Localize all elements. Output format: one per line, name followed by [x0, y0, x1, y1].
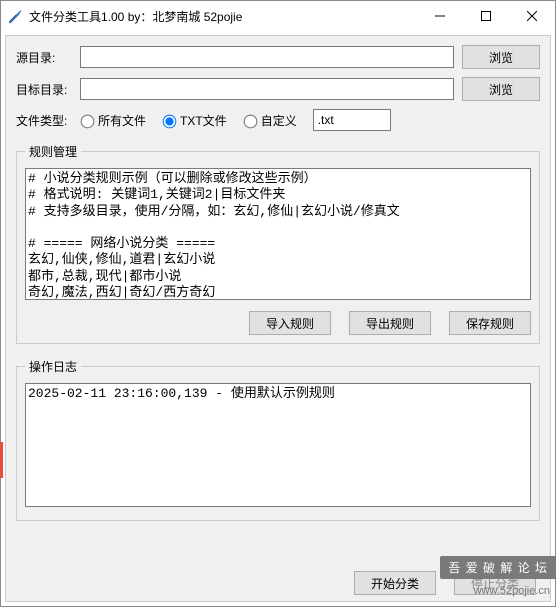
rules-textarea[interactable] — [25, 168, 531, 300]
rules-buttons-row: 导入规则 导出规则 保存规则 — [25, 311, 531, 335]
custom-ext-input[interactable] — [313, 109, 391, 131]
titlebar: 文件分类工具1.00 by：北梦南城 52pojie — [1, 1, 555, 31]
radio-all-label: 所有文件 — [98, 112, 146, 129]
radio-custom[interactable]: 自定义 — [239, 112, 297, 129]
close-button[interactable] — [509, 1, 555, 31]
radio-all-input[interactable] — [81, 115, 95, 129]
source-row: 源目录: 浏览 — [16, 45, 540, 69]
radio-all-files[interactable]: 所有文件 — [76, 112, 146, 129]
rules-legend: 规则管理 — [25, 143, 81, 160]
rules-fieldset: 规则管理 导入规则 导出规则 保存规则 — [16, 143, 540, 344]
feather-icon — [7, 8, 23, 24]
app-window: 文件分类工具1.00 by：北梦南城 52pojie 源目录: 浏览 目标目录:… — [0, 0, 556, 607]
log-fieldset: 操作日志 — [16, 358, 540, 521]
start-classify-button[interactable]: 开始分类 — [354, 571, 436, 595]
source-input[interactable] — [80, 46, 454, 68]
target-row: 目标目录: 浏览 — [16, 77, 540, 101]
filetype-label: 文件类型: — [16, 112, 76, 129]
target-label: 目标目录: — [16, 81, 76, 98]
filetype-row: 文件类型: 所有文件 TXT文件 自定义 — [16, 109, 540, 131]
watermark-badge: 吾 爱 破 解 论 坛 — [440, 556, 556, 579]
radio-txt-label: TXT文件 — [180, 112, 227, 129]
radio-custom-label: 自定义 — [261, 112, 297, 129]
window-title: 文件分类工具1.00 by：北梦南城 52pojie — [29, 8, 417, 25]
source-browse-button[interactable]: 浏览 — [462, 45, 540, 69]
radio-custom-input[interactable] — [243, 115, 257, 129]
source-label: 源目录: — [16, 49, 76, 66]
radio-txt-files[interactable]: TXT文件 — [158, 112, 227, 129]
target-input[interactable] — [80, 78, 454, 100]
log-legend: 操作日志 — [25, 358, 81, 375]
import-rules-button[interactable]: 导入规则 — [249, 311, 331, 335]
bg-accent-left — [0, 442, 3, 478]
target-browse-button[interactable]: 浏览 — [462, 77, 540, 101]
radio-txt-input[interactable] — [163, 115, 177, 129]
watermark-url: www.52pojie.cn — [474, 585, 556, 597]
maximize-button[interactable] — [463, 1, 509, 31]
save-rules-button[interactable]: 保存规则 — [449, 311, 531, 335]
minimize-button[interactable] — [417, 1, 463, 31]
export-rules-button[interactable]: 导出规则 — [349, 311, 431, 335]
log-textarea[interactable] — [25, 383, 531, 507]
content-area: 源目录: 浏览 目标目录: 浏览 文件类型: 所有文件 TXT文件 自定义 — [5, 35, 551, 602]
